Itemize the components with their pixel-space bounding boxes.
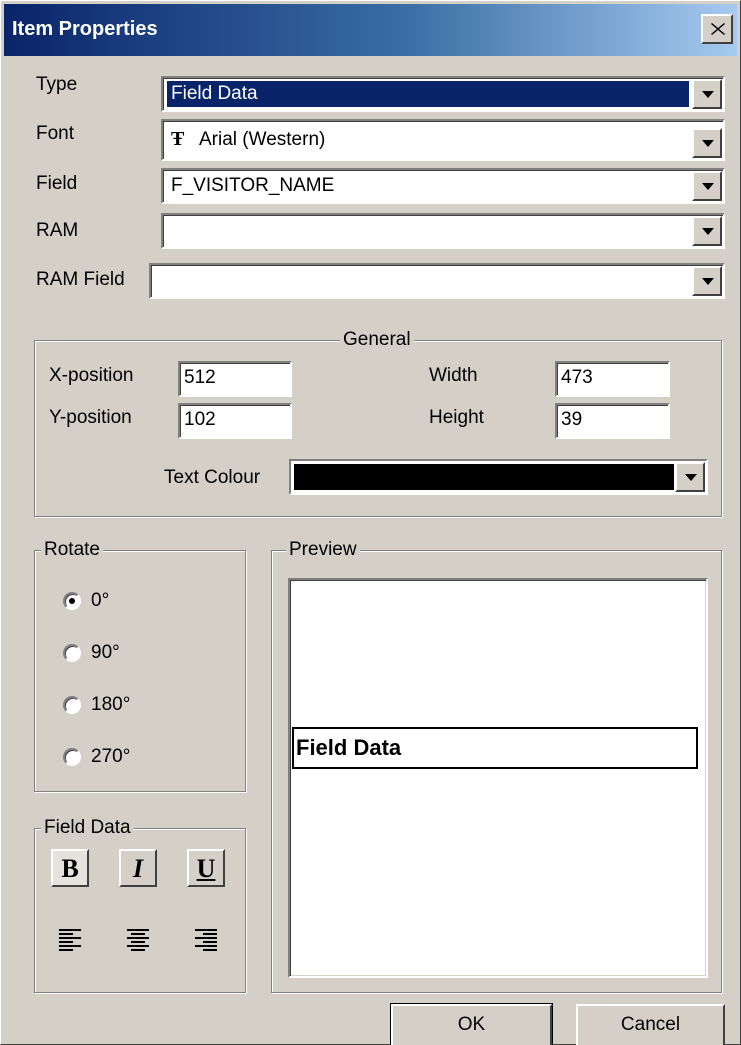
chevron-down-icon [702, 228, 714, 235]
text-colour-swatch [294, 464, 674, 490]
chevron-down-icon [702, 183, 714, 190]
x-position-label: X-position [49, 365, 134, 386]
width-label: Width [429, 365, 478, 386]
underline-button[interactable]: U [187, 849, 225, 887]
type-label: Type [36, 74, 78, 95]
ram-label: RAM [36, 220, 79, 241]
ram-field-select[interactable] [149, 263, 725, 299]
font-select[interactable]: Ŧ Arial (Western) [161, 119, 725, 161]
general-group-title: General [340, 329, 414, 351]
height-input[interactable]: 39 [555, 403, 670, 439]
cancel-button[interactable]: Cancel [576, 1004, 725, 1045]
align-left-icon [59, 929, 81, 951]
close-button[interactable] [701, 14, 733, 44]
align-right-button[interactable] [187, 920, 225, 958]
height-label: Height [429, 407, 484, 428]
text-colour-select[interactable] [289, 459, 708, 495]
item-properties-dialog: Item Properties Type Field Data Font Ŧ Ar… [0, 0, 741, 1045]
y-position-input[interactable]: 102 [178, 403, 292, 439]
ram-field-label: RAM Field [36, 269, 125, 290]
radio-icon [63, 644, 81, 662]
title-bar: Item Properties [4, 4, 737, 56]
font-dropdown-button[interactable] [692, 128, 722, 158]
underline-icon: U [196, 854, 216, 883]
window-title: Item Properties [12, 18, 158, 40]
field-label: Field [36, 173, 78, 194]
x-position-input[interactable]: 512 [178, 361, 292, 397]
ram-dropdown-button[interactable] [692, 216, 722, 246]
align-right-icon [195, 929, 217, 951]
text-colour-label: Text Colour [164, 467, 261, 488]
italic-icon: I [132, 854, 144, 883]
truetype-font-icon: Ŧ [171, 128, 185, 150]
field-value: F_VISITOR_NAME [171, 175, 335, 196]
font-label: Font [36, 123, 75, 144]
field-select[interactable]: F_VISITOR_NAME [161, 168, 725, 204]
chevron-down-icon [702, 91, 714, 98]
type-value: Field Data [167, 81, 689, 107]
ram-value [167, 218, 175, 244]
chevron-down-icon [685, 474, 697, 481]
ram-field-dropdown-button[interactable] [692, 266, 722, 296]
radio-icon [63, 696, 81, 714]
radio-selected-icon [63, 592, 81, 610]
preview-pane: Field Data [288, 578, 708, 978]
rotate-90-label: 90° [91, 642, 120, 663]
align-left-button[interactable] [51, 920, 89, 958]
rotate-group-title: Rotate [41, 539, 103, 561]
field-dropdown-button[interactable] [692, 171, 722, 201]
italic-button[interactable]: I [119, 849, 157, 887]
y-position-label: Y-position [49, 407, 132, 428]
ram-field-value [155, 268, 163, 294]
rotate-0-label: 0° [91, 590, 110, 611]
font-value: Arial (Western) [199, 129, 326, 150]
radio-icon [63, 748, 81, 766]
chevron-down-icon [702, 140, 714, 147]
field-data-group-title: Field Data [41, 817, 134, 839]
ok-button[interactable]: OK [390, 1003, 553, 1045]
type-dropdown-button[interactable] [692, 79, 722, 109]
bold-icon: B [61, 854, 79, 883]
rotate-180-label: 180° [91, 694, 131, 715]
close-icon [711, 23, 725, 35]
chevron-down-icon [702, 278, 714, 285]
rotate-270-label: 270° [91, 746, 131, 767]
ram-select[interactable] [161, 213, 725, 249]
align-center-button[interactable] [119, 920, 157, 958]
text-colour-dropdown-button[interactable] [675, 462, 705, 492]
width-input[interactable]: 473 [555, 361, 670, 397]
bold-button[interactable]: B [51, 849, 89, 887]
align-center-icon [127, 929, 149, 951]
type-select[interactable]: Field Data [161, 76, 725, 112]
preview-field-text: Field Data [292, 727, 698, 769]
preview-group-title: Preview [286, 539, 360, 561]
